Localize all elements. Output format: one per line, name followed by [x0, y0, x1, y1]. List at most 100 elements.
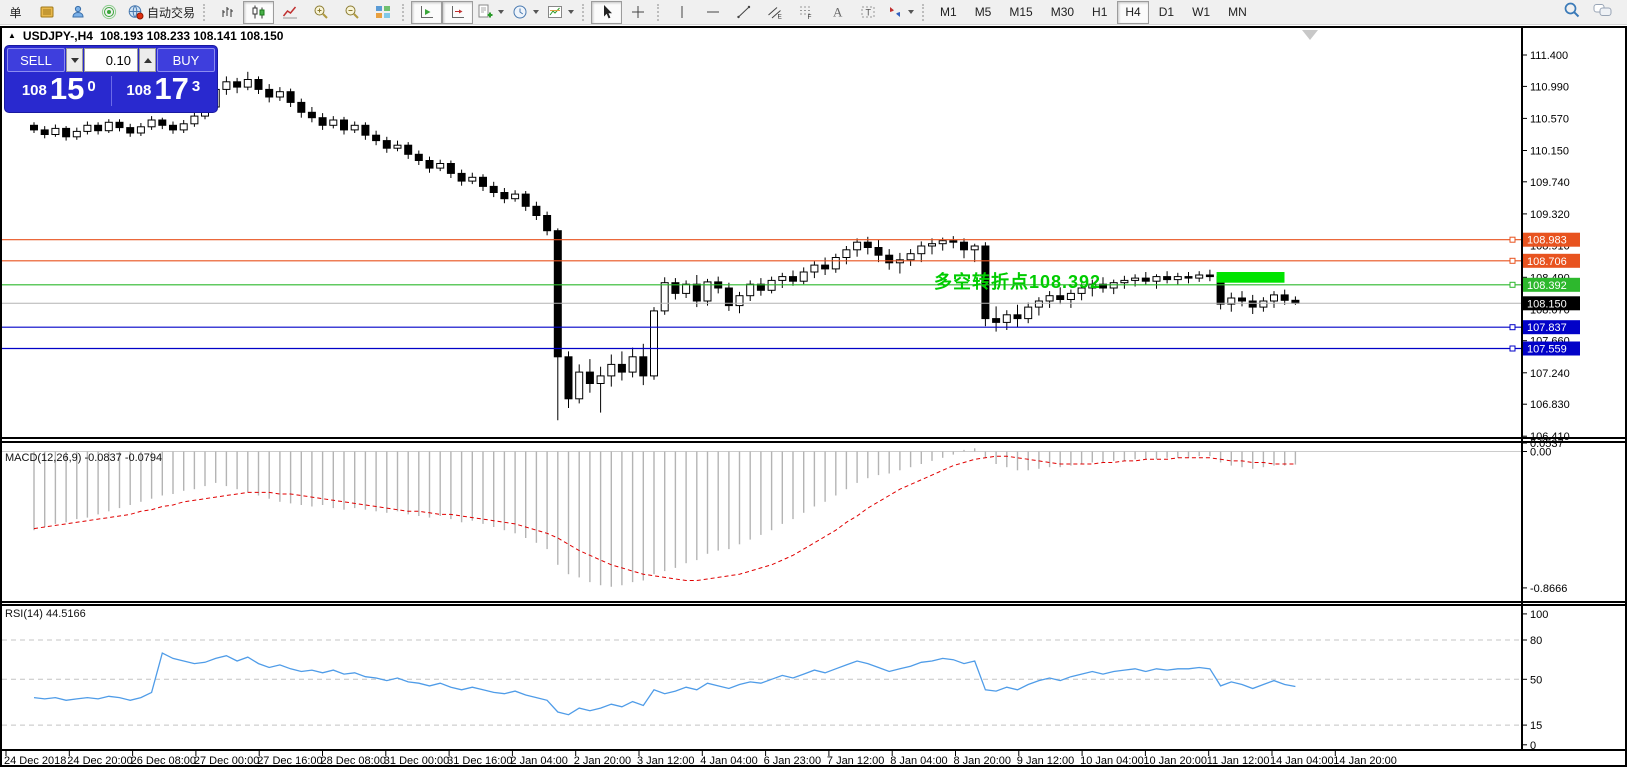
buy-price-sup: 3 — [192, 78, 200, 95]
templates-button[interactable] — [543, 1, 578, 24]
ohlc-values: 108.193 108.233 108.141 108.150 — [100, 29, 284, 43]
M15-label: M15 — [1009, 5, 1032, 19]
zoom-in-icon — [313, 4, 329, 20]
equidistant-channel-button[interactable]: E — [759, 1, 790, 24]
fibonacci-button[interactable]: F — [790, 1, 821, 24]
timeframe-mn-button[interactable]: MN — [1220, 1, 1255, 24]
horizontal-line-icon — [705, 4, 721, 20]
timeframe-m1-button[interactable]: M1 — [932, 1, 965, 24]
svg-text:111.400: 111.400 — [1530, 50, 1568, 62]
chevron-down-icon[interactable] — [908, 10, 914, 14]
mt4-terminal: 单自动交易EFATM1M5M15M30H1H4D1W1MN 111.400110… — [0, 0, 1627, 768]
text-label-button[interactable]: T — [852, 1, 883, 24]
M30-label: M30 — [1051, 5, 1074, 19]
auto-scroll-button[interactable] — [411, 1, 442, 24]
svg-text:110.570: 110.570 — [1530, 113, 1569, 125]
lot-decrease-button[interactable] — [66, 48, 83, 72]
templates-icon — [547, 4, 563, 20]
auto-trading-label: 自动交易 — [147, 4, 195, 21]
W1-label: W1 — [1192, 5, 1210, 19]
svg-text:0.00: 0.00 — [1530, 447, 1551, 459]
panel-collapse-icon[interactable]: ▲ — [8, 30, 16, 42]
svg-text:109.320: 109.320 — [1530, 209, 1570, 221]
M1-label: M1 — [940, 5, 957, 19]
toolbar: 单 自动交易 EF A T M1 M5 M15 M30 H1H4D1 W1 MN — [0, 0, 1627, 25]
timeframe-w1-button[interactable]: W1 — [1184, 1, 1218, 24]
text-label-icon: T — [860, 4, 876, 20]
svg-text:106.830: 106.830 — [1530, 399, 1570, 411]
svg-text:107.837: 107.837 — [1527, 322, 1567, 334]
auto-trading-button[interactable]: 自动交易 — [124, 1, 199, 24]
chart-shift-button[interactable] — [442, 1, 473, 24]
lot-increase-button[interactable] — [139, 48, 156, 72]
candlestick-chart-button[interactable] — [243, 1, 274, 24]
tile-windows-icon — [375, 4, 391, 20]
svg-text:A: A — [833, 5, 843, 20]
buy-price-button[interactable]: 108 17 3 — [112, 76, 216, 105]
vertical-line-icon — [674, 4, 690, 20]
auto-trading-icon — [128, 4, 144, 20]
signals-icon — [101, 4, 117, 20]
svg-text:100: 100 — [1530, 609, 1548, 621]
auto-scroll-icon — [419, 4, 435, 20]
symbol-period-label: USDJPY-,H4 — [23, 29, 93, 43]
sell-price-button[interactable]: 108 15 0 — [7, 76, 111, 105]
text-button[interactable]: A — [821, 1, 852, 24]
bar-chart-button[interactable] — [212, 1, 243, 24]
sell-price-big: 15 — [50, 76, 84, 102]
community-button[interactable] — [62, 1, 93, 24]
tile-windows-button[interactable] — [367, 1, 398, 24]
signals-button[interactable] — [93, 1, 124, 24]
line-chart-button[interactable] — [274, 1, 305, 24]
svg-text:108.392: 108.392 — [1527, 280, 1567, 292]
zoom-out-button[interactable] — [336, 1, 367, 24]
indicators-icon — [477, 4, 493, 20]
svg-text:110.990: 110.990 — [1530, 81, 1569, 93]
indicators-button[interactable] — [473, 1, 508, 24]
svg-text:107.240: 107.240 — [1530, 368, 1570, 380]
svg-text:108.706: 108.706 — [1527, 256, 1567, 268]
zoom-in-button[interactable] — [305, 1, 336, 24]
svg-text:108.150: 108.150 — [1527, 298, 1567, 310]
trendline-button[interactable] — [728, 1, 759, 24]
fibonacci-icon: F — [798, 4, 814, 20]
bar-chart-icon — [220, 4, 236, 20]
market-depth-icon — [39, 4, 55, 20]
chevron-down-icon[interactable] — [533, 10, 539, 14]
sell-button[interactable]: SELL — [7, 48, 65, 72]
new-order-label: 单 — [9, 4, 21, 21]
lot-size-input[interactable] — [84, 48, 138, 72]
timeframe-m30-button[interactable]: M30 — [1043, 1, 1082, 24]
chevron-down-icon[interactable] — [568, 10, 574, 14]
buy-button[interactable]: BUY — [157, 48, 215, 72]
timeframe-h1-button[interactable]: H1 — [1084, 1, 1115, 24]
timeframe-m15-button[interactable]: M15 — [1001, 1, 1040, 24]
cursor-button[interactable] — [591, 1, 622, 24]
periods-icon — [512, 4, 528, 20]
chat-icon[interactable] — [1593, 2, 1613, 23]
highlight-zone[interactable] — [1217, 272, 1285, 283]
chevron-down-icon[interactable] — [498, 10, 504, 14]
chart-shift-icon — [450, 4, 466, 20]
svg-text:50: 50 — [1530, 674, 1542, 686]
new-order-button[interactable]: 单 — [0, 1, 31, 24]
periods-button[interactable] — [508, 1, 543, 24]
turning-point-annotation[interactable]: 多空转折点108.392 — [934, 268, 1101, 294]
timeframe-m5-button[interactable]: M5 — [967, 1, 1000, 24]
svg-text:T: T — [865, 8, 871, 18]
svg-text:108.983: 108.983 — [1527, 235, 1567, 247]
horizontal-line-button[interactable] — [697, 1, 728, 24]
toolbar-right-icons — [1563, 1, 1627, 24]
search-icon[interactable] — [1563, 1, 1581, 24]
chart-canvas[interactable]: 111.400110.990110.570110.150109.740109.3… — [0, 0, 1627, 768]
vertical-line-button[interactable] — [666, 1, 697, 24]
timeframe-h4-button[interactable]: H4 — [1117, 1, 1148, 24]
arrows-button[interactable] — [883, 1, 918, 24]
timeframe-d1-button[interactable]: D1 — [1151, 1, 1182, 24]
crosshair-icon — [630, 4, 646, 20]
svg-text:110.150: 110.150 — [1530, 146, 1569, 158]
text-icon: A — [829, 4, 845, 20]
toolbar-separator — [582, 4, 587, 21]
market-depth-button[interactable] — [31, 1, 62, 24]
crosshair-button[interactable] — [622, 1, 653, 24]
